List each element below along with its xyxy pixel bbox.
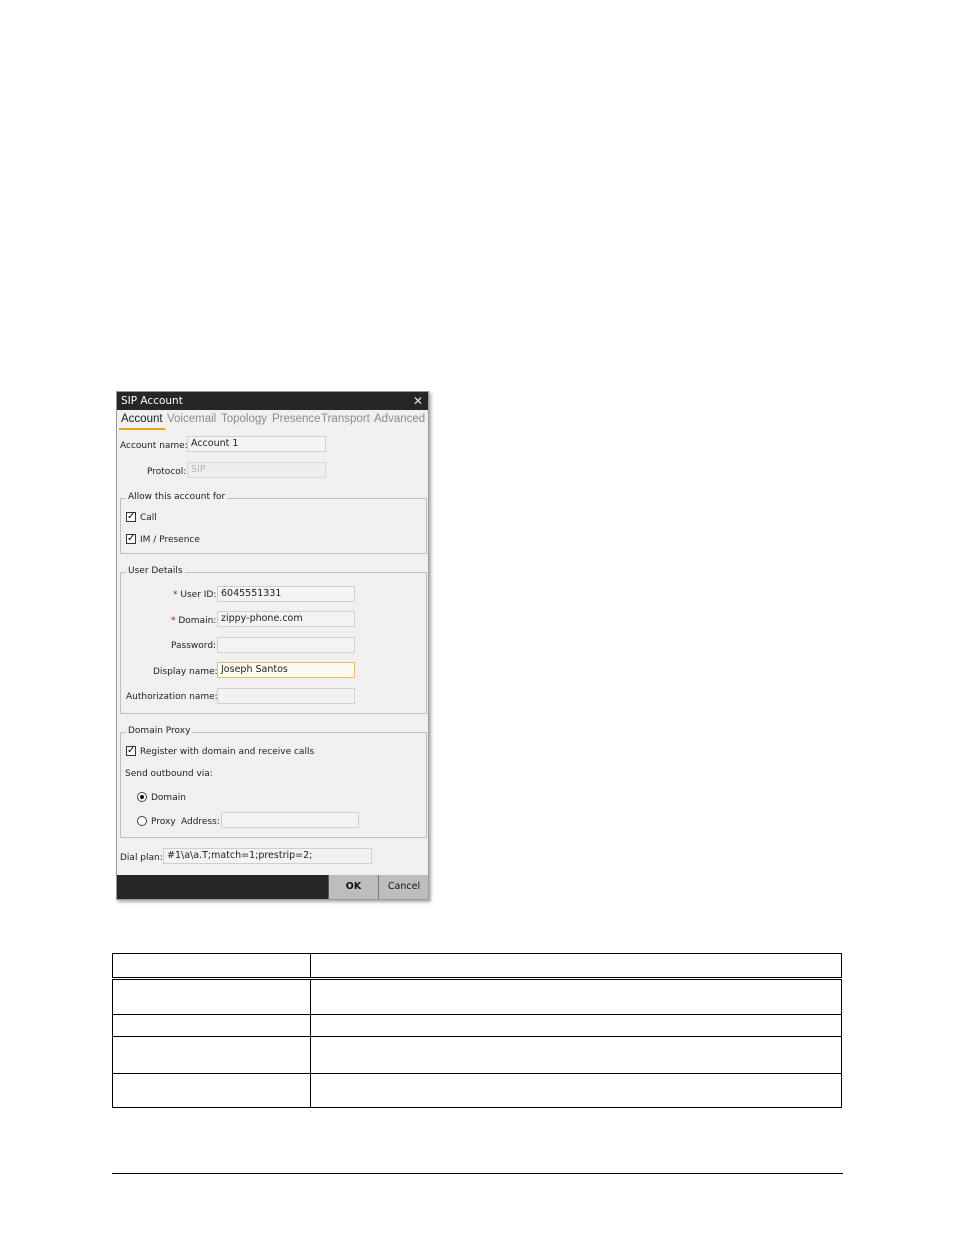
tab-voicemail[interactable]: Voicemail <box>167 413 216 425</box>
table-cell <box>310 978 842 1016</box>
account-name-input[interactable]: Account 1 <box>187 436 326 452</box>
authorization-name-input[interactable] <box>217 688 355 704</box>
document-table <box>112 952 842 1109</box>
table-cell <box>112 952 311 981</box>
user-id-input[interactable]: 6045551331 <box>217 586 355 602</box>
display-name-input[interactable]: Joseph Santos <box>217 662 355 678</box>
user-id-label: * User ID: <box>173 590 216 600</box>
tab-transport[interactable]: Transport <box>321 413 370 425</box>
domain-input[interactable]: zippy-phone.com <box>217 611 355 627</box>
domain-radio[interactable] <box>137 792 147 802</box>
table-row <box>112 1072 842 1109</box>
close-icon[interactable]: ✕ <box>413 392 423 410</box>
password-input[interactable] <box>217 637 355 653</box>
protocol-field: SIP <box>187 462 326 478</box>
proxy-radio-label: Proxy <box>151 817 176 827</box>
required-mark: * <box>173 590 178 600</box>
authorization-name-label: Authorization name: <box>126 692 218 702</box>
cancel-button[interactable]: Cancel <box>378 875 428 899</box>
tab-presence[interactable]: Presence <box>272 413 321 425</box>
user-details-legend: User Details <box>126 566 185 576</box>
dial-plan-label: Dial plan: <box>120 853 163 863</box>
domain-label: * Domain: <box>171 616 216 626</box>
table-header-row <box>112 952 842 981</box>
domain-label-text: Domain: <box>178 616 217 626</box>
tab-topology[interactable]: Topology <box>221 413 267 425</box>
table-cell <box>310 1072 842 1109</box>
user-id-label-text: User ID: <box>180 590 217 600</box>
active-tab-indicator <box>119 428 165 430</box>
tab-account[interactable]: Account <box>121 413 163 425</box>
call-checkbox[interactable]: ✓ <box>126 512 136 522</box>
table-cell <box>310 1035 842 1074</box>
dialog-footer: OK Cancel <box>117 875 428 899</box>
allow-account-group <box>120 498 427 554</box>
display-name-label: Display name: <box>153 667 218 677</box>
dial-plan-input[interactable]: #1\a\a.T;match=1;prestrip=2; <box>163 848 372 864</box>
im-presence-checkbox[interactable]: ✓ <box>126 534 136 544</box>
tab-advanced[interactable]: Advanced <box>374 413 425 425</box>
sip-account-dialog: SIP Account ✕ Account Voicemail Topology… <box>116 391 429 900</box>
table-row <box>112 978 842 1016</box>
title-bar[interactable]: SIP Account ✕ <box>117 392 428 410</box>
call-label: Call <box>140 513 157 523</box>
radio-selected-dot <box>140 795 144 799</box>
domain-radio-label: Domain <box>151 793 186 803</box>
proxy-radio[interactable] <box>137 816 147 826</box>
required-mark: * <box>171 616 176 626</box>
table-cell <box>310 1014 842 1037</box>
send-outbound-label: Send outbound via: <box>125 769 213 779</box>
dialog-title: SIP Account <box>121 395 183 407</box>
protocol-label: Protocol: <box>147 467 187 477</box>
ok-button[interactable]: OK <box>328 875 378 899</box>
proxy-address-input[interactable] <box>221 812 359 828</box>
domain-proxy-legend: Domain Proxy <box>126 726 193 736</box>
address-label: Address: <box>181 817 220 827</box>
table-cell <box>112 1014 311 1037</box>
register-checkbox[interactable]: ✓ <box>126 746 136 756</box>
table-cell <box>310 952 842 981</box>
register-label: Register with domain and receive calls <box>140 747 315 757</box>
table-cell <box>112 1035 311 1074</box>
allow-account-legend: Allow this account for <box>126 492 228 502</box>
table-row <box>112 1035 842 1074</box>
password-label: Password: <box>171 641 217 651</box>
page-footer-rule <box>112 1173 843 1174</box>
im-presence-label: IM / Presence <box>140 535 200 545</box>
table-cell <box>112 978 311 1016</box>
table-cell <box>112 1072 311 1109</box>
account-name-label: Account name: <box>120 441 188 451</box>
table-row <box>112 1014 842 1037</box>
